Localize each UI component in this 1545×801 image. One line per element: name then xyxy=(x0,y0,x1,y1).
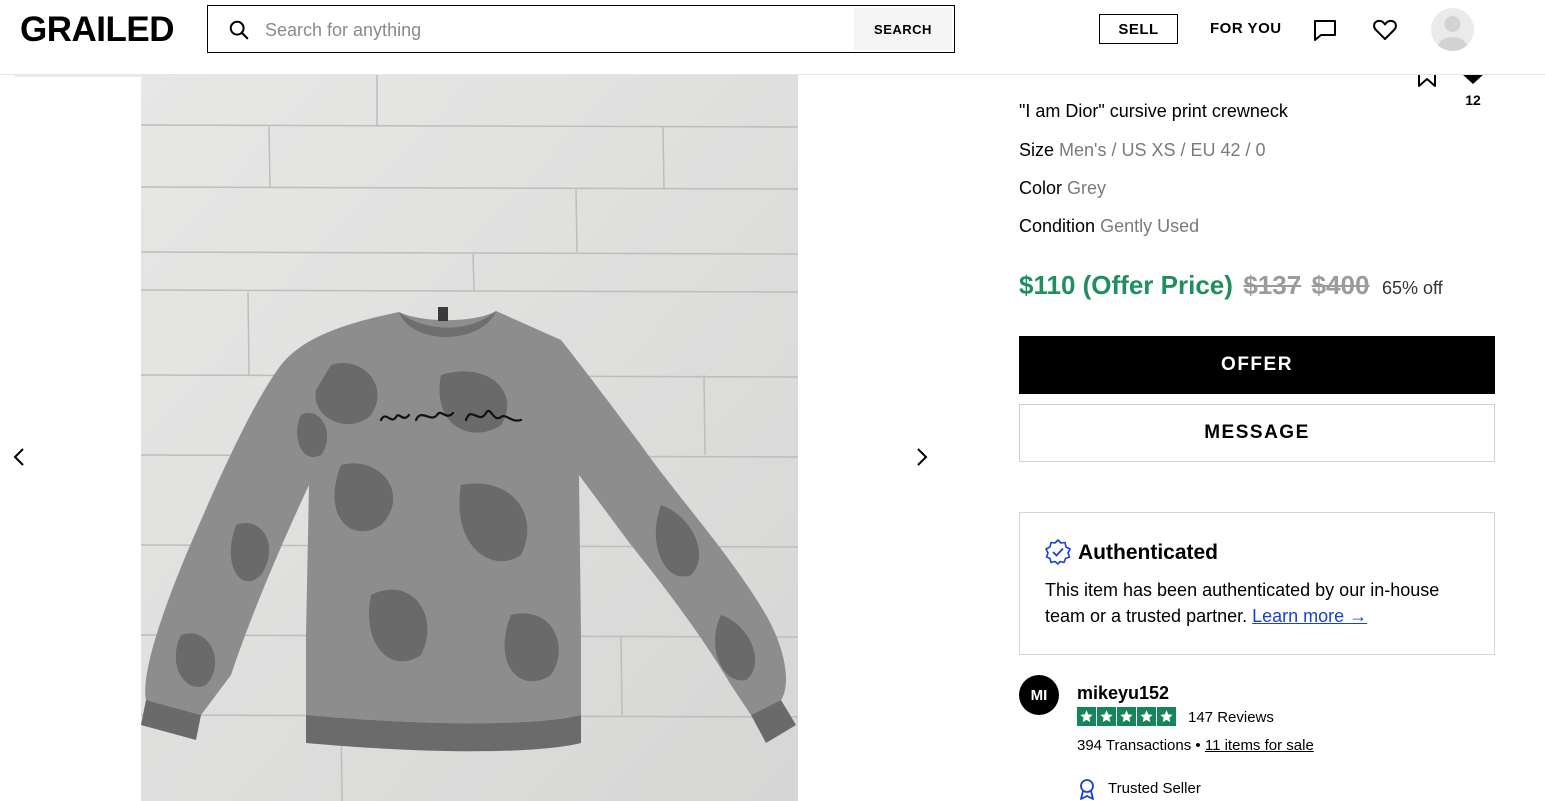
items-for-sale-link[interactable]: 11 items for sale xyxy=(1205,737,1314,754)
message-button[interactable]: MESSAGE xyxy=(1019,404,1495,462)
seller-avatar[interactable]: MI xyxy=(1019,675,1059,715)
for-you-link[interactable]: FOR YOU xyxy=(1210,20,1282,37)
discount-label: 65% off xyxy=(1381,278,1443,298)
avatar-silhouette-icon xyxy=(1437,16,1468,51)
heart-icon[interactable] xyxy=(1372,17,1398,43)
condition-row: Condition Gently Used xyxy=(1019,216,1199,237)
strike-price-1: $137 xyxy=(1243,270,1302,300)
like-count: 12 xyxy=(1465,92,1481,108)
condition-value: Gently Used xyxy=(1100,216,1200,236)
star-icon xyxy=(1097,707,1116,726)
user-avatar[interactable] xyxy=(1431,8,1474,51)
message-icon[interactable] xyxy=(1312,17,1338,43)
authenticated-heading: Authenticated xyxy=(1078,541,1219,564)
price-row: $110 (Offer Price) $137 $400 65% off xyxy=(1019,270,1443,301)
authenticated-card: Authenticated This item has been authent… xyxy=(1019,512,1495,655)
product-photo[interactable] xyxy=(141,75,798,801)
grailed-logo[interactable]: GRAILED xyxy=(20,10,175,50)
size-value: Men's / US XS / EU 42 / 0 xyxy=(1059,140,1266,160)
trusted-seller-icon xyxy=(1080,779,1094,800)
reviews-link[interactable]: 147 Reviews xyxy=(1188,709,1274,726)
size-row: Size Men's / US XS / EU 42 / 0 xyxy=(1019,140,1266,161)
color-value: Grey xyxy=(1067,178,1107,198)
learn-more-link[interactable]: Learn more → xyxy=(1252,606,1367,626)
search-icon xyxy=(229,20,249,40)
seller-stats: 394 Transactions • 11 items for sale xyxy=(1077,737,1314,754)
condition-label: Condition xyxy=(1019,216,1096,236)
strike-price-2: $400 xyxy=(1311,270,1370,300)
authenticated-text: This item has been authenticated by our … xyxy=(1045,577,1465,629)
site-header: GRAILED SEARCH SELL FOR YOU xyxy=(0,0,1545,75)
star-icon xyxy=(1137,707,1156,726)
star-icon xyxy=(1157,707,1176,726)
sweatshirt-photo xyxy=(141,75,798,801)
transactions-count: 394 Transactions xyxy=(1077,737,1192,754)
search-bar[interactable]: SEARCH xyxy=(207,5,955,53)
chevron-left-icon[interactable] xyxy=(9,446,31,468)
verified-badge-icon xyxy=(1045,539,1071,565)
size-label: Size xyxy=(1019,140,1055,160)
color-row: Color Grey xyxy=(1019,178,1106,199)
rating-stars xyxy=(1077,707,1176,726)
offer-button[interactable]: OFFER xyxy=(1019,336,1495,394)
chevron-right-icon[interactable] xyxy=(910,446,932,468)
search-input[interactable] xyxy=(263,14,857,46)
color-label: Color xyxy=(1019,178,1063,198)
star-icon xyxy=(1117,707,1136,726)
sell-button[interactable]: SELL xyxy=(1099,14,1178,44)
trusted-seller-label: Trusted Seller xyxy=(1108,780,1201,797)
star-icon xyxy=(1077,707,1096,726)
search-button[interactable]: SEARCH xyxy=(854,8,952,50)
auth-description: This item has been authenticated by our … xyxy=(1045,580,1440,626)
seller-name[interactable]: mikeyu152 xyxy=(1077,683,1169,704)
listing-title: "I am Dior" cursive print crewneck xyxy=(1019,101,1288,121)
bullet-separator: • xyxy=(1195,737,1201,754)
offer-price: $110 (Offer Price) xyxy=(1019,270,1233,300)
